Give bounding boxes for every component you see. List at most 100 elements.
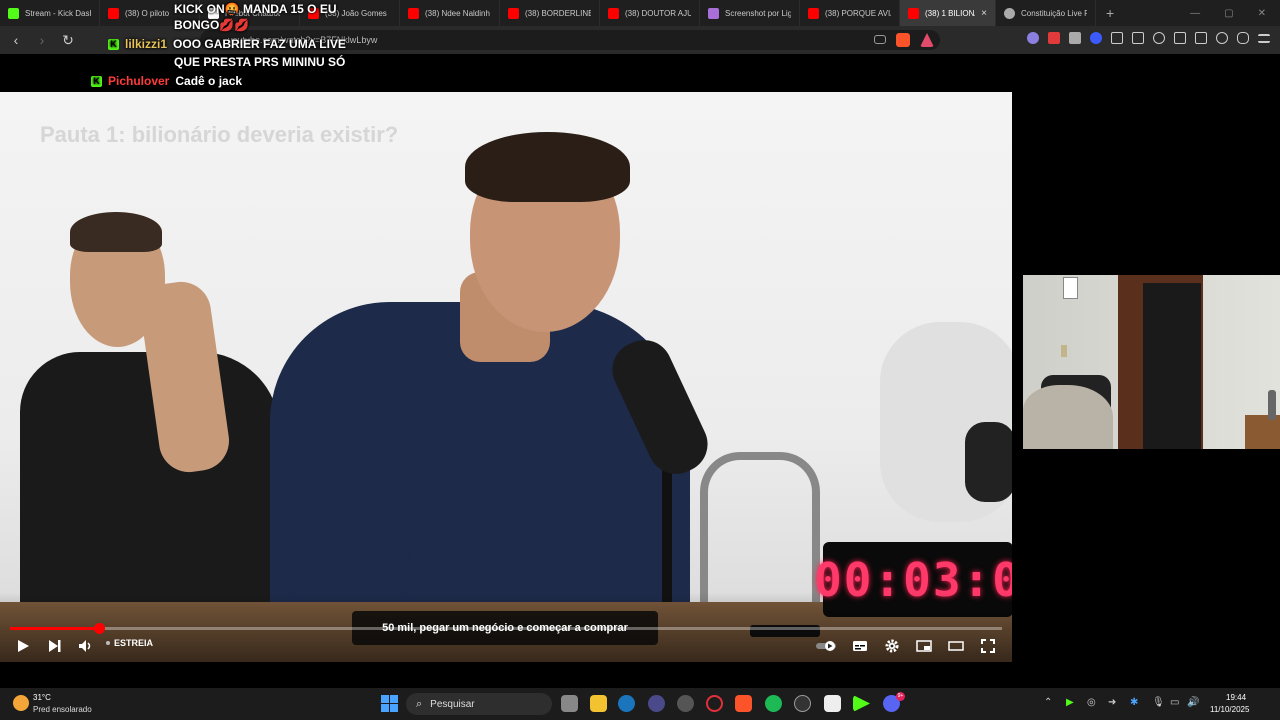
tab-label: Screenshot por Lig <box>725 8 791 18</box>
extension-icon[interactable] <box>1069 32 1081 44</box>
cast-icon[interactable] <box>874 35 886 44</box>
fullscreen-icon <box>981 639 995 653</box>
network-icon[interactable]: ▭ <box>1170 697 1179 708</box>
file-explorer-icon[interactable] <box>590 695 607 712</box>
volume-icon <box>79 640 91 652</box>
brave-shield-icon[interactable] <box>896 33 910 47</box>
taskbar-search[interactable]: ⌕ Pesquisar <box>406 693 552 715</box>
youtube-icon <box>608 7 619 19</box>
audio-app-icon[interactable] <box>794 695 811 712</box>
minimize-icon[interactable]: — <box>1190 8 1200 19</box>
tray-kick-icon[interactable]: ▶ <box>1066 697 1074 708</box>
live-dot-icon <box>106 641 110 645</box>
speaker-icon[interactable]: 🔊 <box>1187 697 1199 708</box>
autoplay-icon <box>816 641 836 651</box>
music-icon[interactable] <box>1153 32 1165 44</box>
vpn-icon[interactable] <box>1237 32 1249 44</box>
kick-badge-icon: K <box>108 39 119 51</box>
tab-10[interactable]: Constituição Live R <box>996 0 1096 26</box>
discord-icon[interactable]: 9+ <box>883 692 905 712</box>
progress-fill <box>10 627 100 630</box>
window-close-icon[interactable]: ✕ <box>1258 8 1266 19</box>
chat-message: K Pichulover Cadê o jack <box>91 72 242 90</box>
notepad-icon[interactable] <box>824 695 841 712</box>
screenshot-icon[interactable] <box>1132 32 1144 44</box>
new-tab-button[interactable]: + <box>1096 5 1124 21</box>
obs-icon[interactable] <box>677 695 694 712</box>
tab-label: (38) BORDERLINE <box>525 8 591 18</box>
bluetooth-icon[interactable]: ✱ <box>1130 697 1138 708</box>
chat-username: Pichulover <box>108 74 170 88</box>
fullscreen-button[interactable] <box>979 637 997 655</box>
extension-icon[interactable] <box>1048 32 1060 44</box>
tray-app-icon[interactable]: ➜ <box>1108 697 1116 708</box>
menu-icon[interactable] <box>1258 33 1270 43</box>
captions-button[interactable] <box>851 637 869 655</box>
puzzle-icon[interactable] <box>1111 32 1123 44</box>
tab-6[interactable]: (38) DOUTOR AJU <box>600 0 700 26</box>
kick-badge-icon: K <box>91 76 102 88</box>
opera-icon[interactable] <box>706 695 723 712</box>
kick-play-icon[interactable] <box>853 695 870 712</box>
sidebar-icon[interactable] <box>1174 32 1186 44</box>
miniplayer-button[interactable] <box>915 637 933 655</box>
close-tab-icon[interactable]: × <box>981 8 987 19</box>
chat-message: Klilkizzi1 OOO GABRIER FAZ UMA LIVE <box>108 35 346 53</box>
chat-text: OOO GABRIER FAZ UMA LIVE <box>173 37 346 51</box>
extension-icon[interactable] <box>1090 32 1102 44</box>
brave-icon[interactable] <box>735 695 752 712</box>
screenshot-icon <box>708 7 719 19</box>
tray-app-icon[interactable]: ◎ <box>1087 697 1096 708</box>
tray-expand-icon[interactable]: ⌃ <box>1044 697 1052 708</box>
picture-frame <box>1063 277 1078 299</box>
steam-icon[interactable] <box>618 695 635 712</box>
tab-label: (38) 1 BILIONÁ <box>925 8 976 18</box>
chat-username: lilkizzi1 <box>125 37 168 51</box>
brave-rewards-icon[interactable] <box>920 33 934 47</box>
system-time[interactable]: 19:44 <box>1226 693 1246 702</box>
premiere-label: ESTREIA <box>106 638 153 648</box>
progress-bar[interactable] <box>10 623 1002 634</box>
tab-label: (38) PORQUE AVIÃ <box>825 8 891 18</box>
volume-button[interactable] <box>77 637 95 655</box>
tab-label: (38) DOUTOR AJU <box>625 8 691 18</box>
task-view-icon[interactable] <box>561 695 578 712</box>
weather-temperature[interactable]: 31°C <box>33 693 51 702</box>
leo-ai-icon[interactable] <box>1216 32 1228 44</box>
play-button[interactable] <box>14 637 32 655</box>
tab-active[interactable]: (38) 1 BILIONÁ × <box>900 0 996 26</box>
premiere-text: ESTREIA <box>114 638 154 648</box>
spotify-icon[interactable] <box>765 695 782 712</box>
maximize-icon[interactable]: ▢ <box>1224 8 1233 19</box>
chat-message: QUE PRESTA PRS MININU SÓ <box>174 53 345 71</box>
next-button[interactable] <box>46 637 64 655</box>
tab-label: Constituição Live R <box>1021 8 1087 18</box>
tab-label: (38) Ndee Naldinh <box>425 8 490 18</box>
weather-description[interactable]: Pred ensolarado <box>33 705 92 714</box>
tab-4[interactable]: (38) Ndee Naldinh <box>400 0 500 26</box>
globe-icon <box>1004 7 1015 19</box>
windows-start-icon[interactable] <box>381 695 398 712</box>
weather-sun-icon[interactable] <box>13 695 29 711</box>
system-date[interactable]: 11/10/2025 <box>1210 705 1249 714</box>
theater-icon <box>948 641 964 651</box>
video-player[interactable]: Pauta 1: bilionário deveria existir? 00:… <box>0 92 1012 662</box>
wallet-icon[interactable] <box>1195 32 1207 44</box>
search-icon: ⌕ <box>416 697 423 710</box>
urlbar-icons <box>874 33 934 47</box>
tab-5[interactable]: (38) BORDERLINE <box>500 0 600 26</box>
settings-button[interactable] <box>883 637 901 655</box>
extensions-bar <box>1027 32 1270 44</box>
app-icon[interactable] <box>648 695 665 712</box>
extension-icon[interactable] <box>1027 32 1039 44</box>
autoplay-toggle[interactable] <box>815 637 839 655</box>
microphone-icon[interactable]: 🎙 <box>1152 697 1165 708</box>
theater-mode-button[interactable] <box>947 637 965 655</box>
discord-badge: 9+ <box>896 692 905 701</box>
chat-overlay: KICK ON🤬 MANDA 15 O EU BONGO💋💋 Klilkizzi… <box>0 0 360 92</box>
skip-next-icon <box>49 640 61 652</box>
person-left-hair <box>70 212 162 252</box>
tab-8[interactable]: (38) PORQUE AVIÃ <box>800 0 900 26</box>
tab-7[interactable]: Screenshot por Lig <box>700 0 800 26</box>
webcam-overlay <box>1023 275 1280 449</box>
